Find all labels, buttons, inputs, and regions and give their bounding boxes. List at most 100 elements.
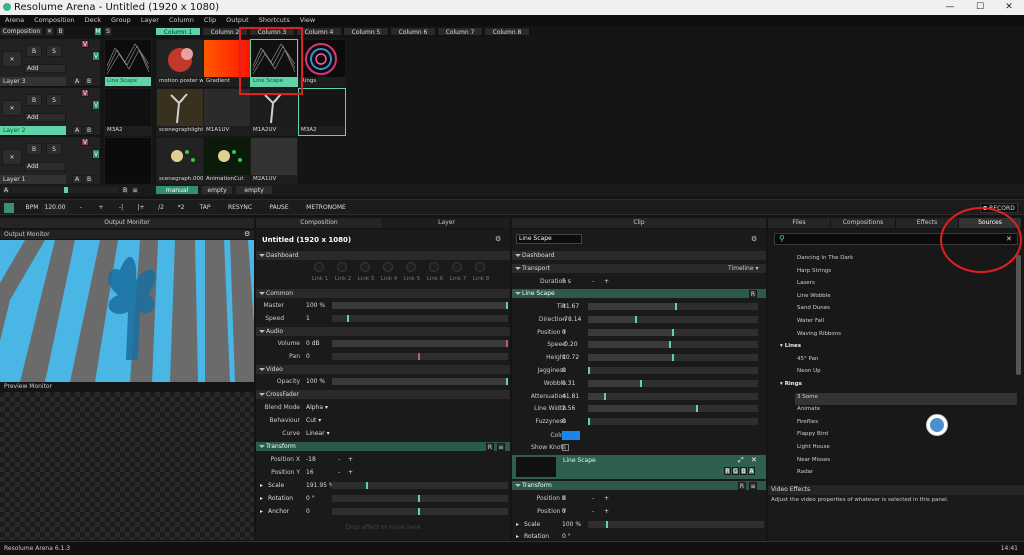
clip-posx-minus-button[interactable]: -	[592, 493, 594, 504]
param-value[interactable]: 41.81	[562, 391, 579, 402]
dashboard-knob[interactable]	[475, 262, 485, 272]
comp-posy-minus-button[interactable]: -	[338, 467, 340, 478]
column-header-7[interactable]: Column 7	[437, 27, 483, 36]
comp-posy-plus-button[interactable]: +	[348, 467, 353, 478]
param-slider[interactable]	[588, 315, 758, 323]
source-item[interactable]: Water Fall	[797, 315, 824, 327]
clip-posx-plus-button[interactable]: +	[604, 493, 609, 504]
layer-b-button[interactable]: B	[84, 77, 94, 86]
param-value[interactable]: 41.67	[562, 301, 579, 312]
clip-rotation-value[interactable]: 0 °	[562, 531, 571, 540]
comp-posx-value[interactable]: -18	[306, 454, 316, 465]
deck-tab-empty-2[interactable]: empty	[235, 185, 273, 195]
source-category[interactable]: ▾ Rings	[780, 378, 802, 390]
opacity-value[interactable]: 100 %	[306, 376, 325, 387]
showknots-checkbox[interactable]	[562, 444, 569, 451]
composition-button[interactable]: Composition	[0, 27, 43, 36]
channel-r-button[interactable]: R	[724, 467, 731, 475]
clip-slot[interactable]: M1A1UV	[203, 88, 251, 136]
source-item[interactable]: Harp Strings	[797, 265, 831, 277]
layer-blend-dropdown[interactable]: Add	[24, 64, 66, 73]
clip-dashboard-section[interactable]: Dashboard	[512, 251, 766, 260]
comp-transform-reset-button[interactable]: R	[486, 443, 494, 451]
composition-s-button[interactable]: S	[104, 27, 112, 36]
layer-video-toggle[interactable]: V	[81, 138, 89, 146]
layer-name[interactable]: Layer 2	[0, 126, 66, 135]
opacity-slider[interactable]	[332, 378, 508, 385]
clip-posx-value[interactable]: 0	[562, 493, 566, 504]
speed-value[interactable]: 1	[306, 313, 310, 324]
menu-group[interactable]: Group	[106, 15, 136, 26]
menu-clip[interactable]: Clip	[199, 15, 221, 26]
menu-arena[interactable]: Arena	[0, 15, 29, 26]
source-item[interactable]: 3 Some	[797, 391, 818, 403]
nudge-back-button[interactable]: -|	[114, 203, 128, 213]
composition-master-button[interactable]: M	[94, 27, 102, 36]
layer-solo-button[interactable]: S	[46, 94, 62, 106]
param-value[interactable]: 0	[562, 327, 566, 338]
clip-slot[interactable]: AnimationCut	[203, 137, 251, 185]
clip-posy-minus-button[interactable]: -	[592, 506, 594, 517]
clip-slot[interactable]: M2A1UV	[250, 137, 298, 185]
pan-value[interactable]: 0	[306, 351, 310, 362]
source-item[interactable]: 45° Pan	[797, 353, 818, 365]
menu-output[interactable]: Output	[221, 15, 254, 26]
volume-value[interactable]: 0 dB	[306, 338, 320, 349]
layer-bypass-button[interactable]: B	[26, 143, 42, 155]
clip-posy-plus-button[interactable]: +	[604, 506, 609, 517]
layer-name[interactable]: Layer 1	[0, 175, 66, 184]
output-monitor-gear-icon[interactable]: ⚙	[244, 230, 250, 238]
layer-v-toggle[interactable]: V	[92, 100, 100, 110]
volume-slider[interactable]	[332, 340, 508, 347]
duration-minus-button[interactable]: -	[592, 276, 594, 287]
layer-a-button[interactable]: A	[72, 175, 82, 184]
deck-menu-icon[interactable]: ≡	[131, 186, 139, 194]
param-value[interactable]: 0.31	[562, 378, 575, 389]
duration-value[interactable]: 5 s	[562, 276, 571, 287]
param-slider[interactable]	[588, 354, 758, 362]
speed-slider[interactable]	[332, 315, 508, 322]
channel-b-button[interactable]: B	[740, 467, 747, 475]
comp-video-section[interactable]: Video	[256, 365, 510, 374]
channel-a-button[interactable]: A	[748, 467, 755, 475]
master-value[interactable]: 100 %	[306, 300, 325, 311]
layer-clear-icon[interactable]: ✕	[2, 149, 22, 165]
maximize-button[interactable]: ☐	[965, 0, 995, 15]
output-panel-header[interactable]: Output Monitor	[0, 218, 254, 228]
source-item[interactable]: Near Misses	[797, 454, 830, 466]
clip-transform-menu-icon[interactable]: ≡	[749, 482, 757, 490]
clip-gear-icon[interactable]: ⚙	[751, 235, 757, 243]
metronome-square-icon[interactable]	[4, 203, 14, 213]
expand-arrow-icon[interactable]: ▸	[516, 519, 519, 530]
layer-solo-button[interactable]: S	[46, 45, 62, 57]
comp-crossfader-section[interactable]: CrossFader	[256, 390, 510, 399]
dashboard-knob[interactable]	[406, 262, 416, 272]
expand-arrow-icon[interactable]: ▸	[260, 480, 263, 491]
deck-tab-manual[interactable]: manual	[155, 185, 199, 195]
bpm-value[interactable]: 120.00	[42, 203, 68, 213]
menu-layer[interactable]: Layer	[136, 15, 164, 26]
remove-effect-icon[interactable]: ✕	[751, 456, 757, 464]
crossfader-a-button[interactable]: A	[2, 186, 10, 194]
param-slider[interactable]	[588, 328, 758, 336]
tab-clip[interactable]: Clip	[512, 218, 766, 228]
comp-audio-section[interactable]: Audio	[256, 327, 510, 336]
column-header-5[interactable]: Column 5	[343, 27, 389, 36]
expand-arrow-icon[interactable]: ▸	[260, 506, 263, 517]
source-item[interactable]: Lasers	[797, 277, 815, 289]
expand-arrow-icon[interactable]: ▸	[516, 531, 519, 540]
dashboard-knob[interactable]	[429, 262, 439, 272]
column-header-8[interactable]: Column 8	[484, 27, 530, 36]
source-category[interactable]: ▾ Lines	[780, 340, 801, 352]
source-item[interactable]: Line Wobble	[797, 290, 831, 302]
layer-clear-icon[interactable]: ✕	[2, 100, 22, 116]
duration-plus-button[interactable]: +	[604, 276, 609, 287]
param-slider[interactable]	[588, 418, 758, 426]
layer-v-toggle[interactable]: V	[92, 51, 100, 61]
menu-deck[interactable]: Deck	[80, 15, 106, 26]
dashboard-knob[interactable]	[314, 262, 324, 272]
tab-files[interactable]: Files	[768, 218, 830, 228]
sources-scrollbar[interactable]	[1016, 255, 1021, 375]
layer-b-button[interactable]: B	[84, 175, 94, 184]
comp-transform-menu-icon[interactable]: ≡	[497, 443, 505, 451]
